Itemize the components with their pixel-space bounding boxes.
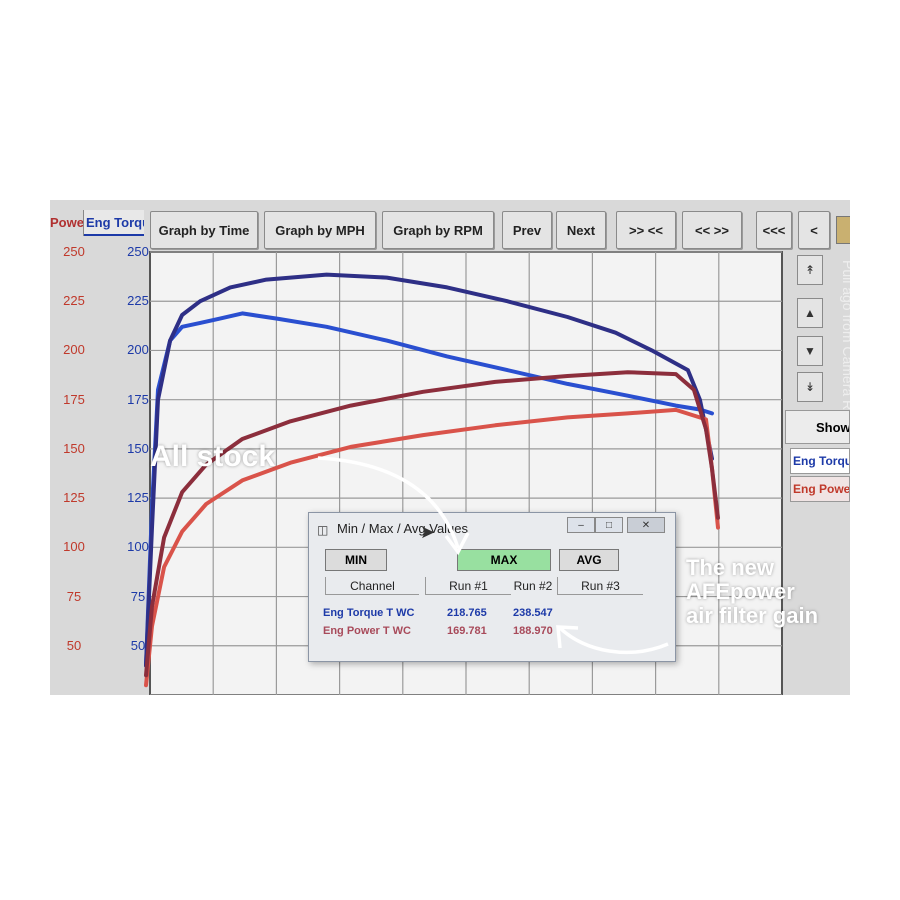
annotation-line-1: The new bbox=[686, 555, 775, 580]
annotation-line-2: AFEpower bbox=[686, 579, 795, 604]
dyno-software-screenshot: Powe Eng Torqu Graph by Time Graph by MP… bbox=[50, 200, 850, 695]
annotation-all-stock: All stock bbox=[150, 440, 276, 473]
annotation-filter-gain: The new AFEpower air filter gain bbox=[686, 556, 818, 628]
annotation-line-3: air filter gain bbox=[686, 603, 819, 628]
